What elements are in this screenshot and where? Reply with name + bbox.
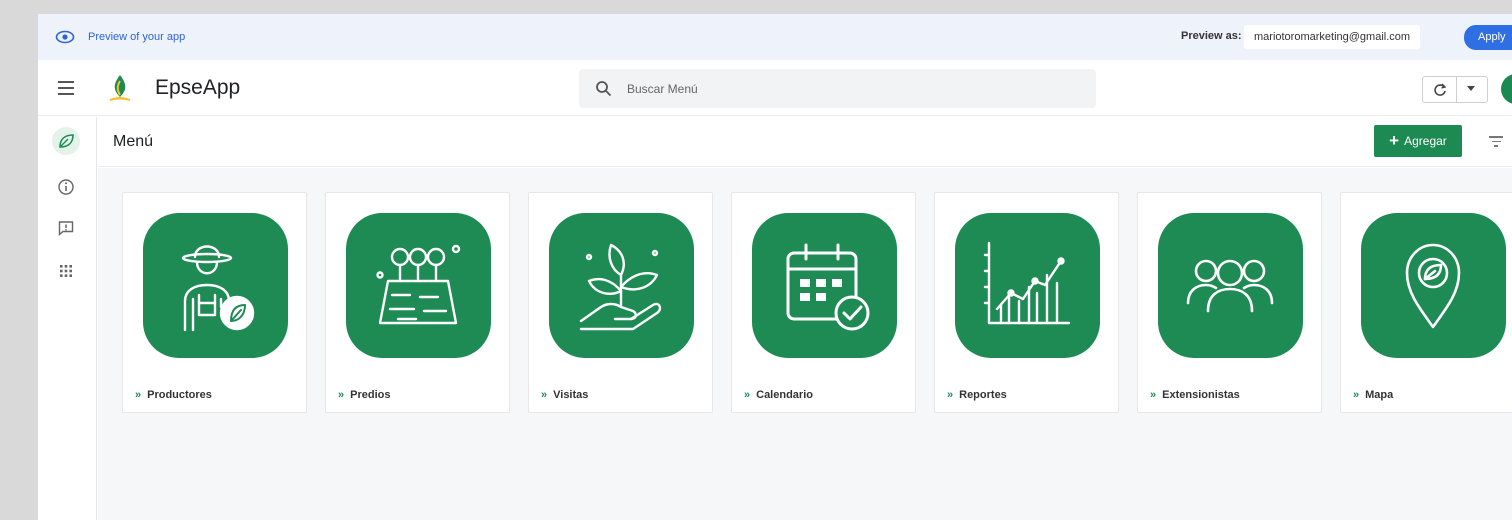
tile: [1361, 213, 1506, 358]
add-button[interactable]: + Agregar: [1374, 125, 1462, 157]
info-icon: [58, 179, 74, 195]
map-pin-icon: [1405, 243, 1461, 329]
apply-button[interactable]: Apply: [1464, 25, 1512, 50]
menu-card-extensionistas[interactable]: » Extensionistas: [1137, 192, 1322, 413]
menu-card-predios[interactable]: » Predios: [325, 192, 510, 413]
double-chevron-icon: »: [1150, 389, 1157, 401]
card-label: » Mapa: [1353, 389, 1393, 401]
double-chevron-icon: »: [135, 389, 142, 401]
menu-card-visitas[interactable]: » Visitas: [528, 192, 713, 413]
left-rail: [38, 117, 97, 520]
card-label: » Visitas: [541, 389, 588, 401]
menu-card-label: Predios: [350, 389, 391, 401]
card-label: » Extensionistas: [1150, 389, 1240, 401]
apps-grid-icon: [60, 265, 72, 277]
tile: [1158, 213, 1303, 358]
card-label: » Predios: [338, 389, 390, 401]
menu-card-reportes[interactable]: » Reportes: [934, 192, 1119, 413]
rail-item-info[interactable]: [52, 173, 80, 201]
chevron-down-icon[interactable]: [1467, 86, 1475, 91]
tile: [549, 213, 694, 358]
rail-item-menu[interactable]: [52, 127, 80, 155]
menu-card-calendario[interactable]: » Calendario: [731, 192, 916, 413]
search-icon: [596, 81, 612, 97]
tile: [346, 213, 491, 358]
card-label: » Productores: [135, 389, 212, 401]
tile: [752, 213, 897, 358]
tile: [955, 213, 1100, 358]
search-input[interactable]: [627, 79, 1067, 99]
double-chevron-icon: »: [1353, 389, 1360, 401]
app-title: EpseApp: [155, 76, 241, 99]
double-chevron-icon: »: [744, 389, 751, 401]
add-button-label: Agregar: [1404, 134, 1447, 148]
rail-item-feedback[interactable]: [52, 214, 80, 242]
leaf-icon: [59, 134, 74, 148]
preview-email-field[interactable]: mariotoromarketing@gmail.com: [1244, 25, 1421, 49]
preview-bar: Preview of your app Preview as: mariotor…: [38, 14, 1512, 60]
feedback-icon: [58, 221, 74, 237]
plus-icon: +: [1389, 131, 1400, 150]
farmer-icon: [181, 245, 255, 332]
sync-icon: [1434, 83, 1447, 96]
menu-card-label: Mapa: [1365, 389, 1394, 401]
menu-card-label: Reportes: [959, 389, 1007, 401]
card-label: » Reportes: [947, 389, 1007, 401]
menu-card-label: Calendario: [756, 389, 813, 401]
app-logo: [110, 75, 130, 101]
tile: [143, 213, 288, 358]
calendar-check-icon: [786, 243, 870, 331]
menu-card-productores[interactable]: » Productores: [122, 192, 307, 413]
double-chevron-icon: »: [541, 389, 548, 401]
menu-card-mapa[interactable]: » Mapa: [1340, 192, 1512, 413]
menu-icon[interactable]: [58, 81, 74, 95]
app-preview-window: Preview of your app Preview as: mariotor…: [38, 14, 1512, 520]
preview-as-label: Preview as:: [1181, 30, 1242, 42]
land-plot-icon: [376, 244, 461, 325]
avatar[interactable]: [1501, 74, 1512, 104]
menu-grid: » Productores » Predios » Visitas » Cale…: [98, 168, 1512, 520]
preview-label: Preview of your app: [88, 31, 186, 43]
people-icon: [1186, 259, 1274, 313]
sync-control: [1422, 76, 1488, 103]
menu-card-label: Visitas: [553, 389, 589, 401]
search-bar: [579, 69, 1096, 108]
filter-icon[interactable]: [1489, 136, 1503, 148]
eye-icon: [55, 30, 75, 44]
view-toolbar: Menú + Agregar: [98, 117, 1512, 167]
menu-card-label: Extensionistas: [1162, 389, 1240, 401]
menu-card-label: Productores: [147, 389, 212, 401]
sync-button[interactable]: [1423, 77, 1457, 102]
double-chevron-icon: »: [338, 389, 345, 401]
card-label: » Calendario: [744, 389, 813, 401]
app-header: EpseApp: [38, 60, 1512, 116]
double-chevron-icon: »: [947, 389, 954, 401]
plant-hand-icon: [579, 243, 662, 331]
page-title: Menú: [113, 133, 154, 150]
rail-item-apps[interactable]: [52, 257, 80, 285]
chart-icon: [983, 241, 1071, 325]
